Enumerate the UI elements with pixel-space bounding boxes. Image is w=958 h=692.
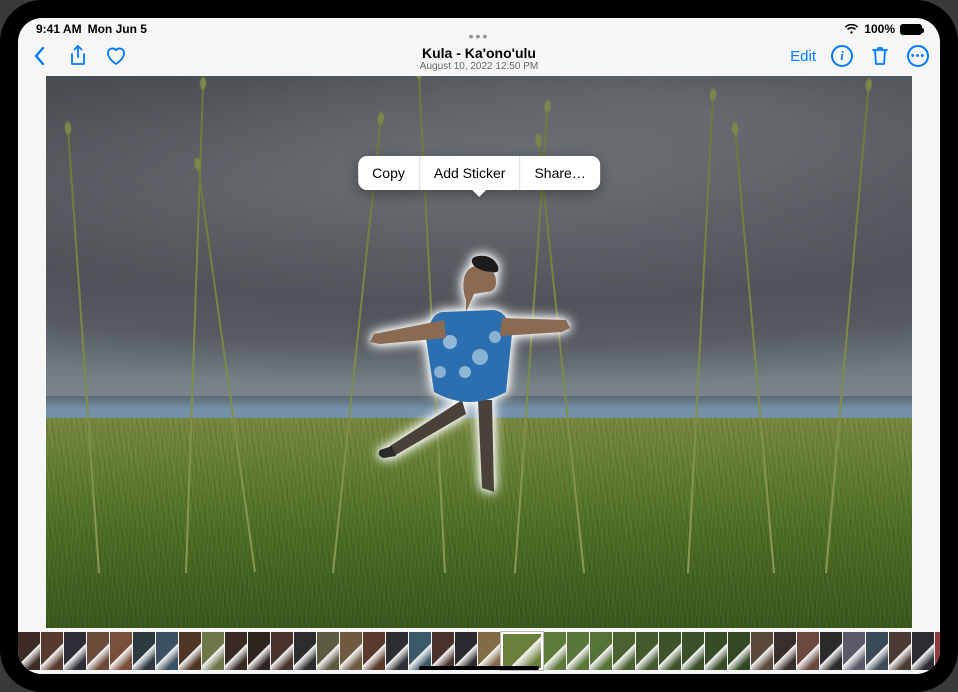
thumbnail[interactable] [820, 632, 842, 670]
thumbnail[interactable] [889, 632, 911, 670]
thumbnail[interactable] [797, 632, 819, 670]
photo-datetime-subtitle: August 10, 2022 12:50 PM [420, 61, 538, 72]
left-gutter [18, 76, 46, 624]
thumbnail[interactable] [636, 632, 658, 670]
trash-button[interactable] [868, 44, 892, 68]
more-button[interactable]: ••• [906, 44, 930, 68]
context-copy-button[interactable]: Copy [358, 156, 419, 190]
info-button[interactable]: i [830, 44, 854, 68]
thumbnail[interactable] [728, 632, 750, 670]
thumbnail[interactable] [544, 632, 566, 670]
thumbnail[interactable] [363, 632, 385, 670]
wifi-icon [844, 24, 859, 35]
edit-button[interactable]: Edit [790, 48, 816, 65]
thumbnail[interactable] [705, 632, 727, 670]
thumbnail[interactable] [386, 632, 408, 670]
thumbnail[interactable] [248, 632, 270, 670]
share-button[interactable] [66, 44, 90, 68]
thumbnail[interactable] [18, 632, 40, 670]
thumbnail[interactable] [156, 632, 178, 670]
thumbnail[interactable] [455, 632, 477, 670]
subject-context-menu: Copy Add Sticker Share… [358, 156, 600, 190]
ipad-device-frame: 9:41 AM Mon Jun 5 100% ••• [0, 0, 958, 692]
app-navbar: ••• Kula - Ka'ono'ulu August 10, 2022 12… [18, 40, 940, 76]
thumbnail[interactable] [774, 632, 796, 670]
thumbnail[interactable] [41, 632, 63, 670]
thumbnail[interactable] [912, 632, 934, 670]
thumbnail[interactable] [751, 632, 773, 670]
thumbnail-selected[interactable] [501, 632, 543, 670]
thumbnail[interactable] [340, 632, 362, 670]
thumbnail[interactable] [843, 632, 865, 670]
thumbnail[interactable] [271, 632, 293, 670]
thumbnail[interactable] [64, 632, 86, 670]
thumbnail[interactable] [202, 632, 224, 670]
status-date: Mon Jun 5 [88, 22, 147, 36]
battery-percent: 100% [864, 22, 895, 36]
thumbnail[interactable] [133, 632, 155, 670]
screen: 9:41 AM Mon Jun 5 100% ••• [18, 18, 940, 674]
battery-icon [900, 24, 922, 35]
multitask-handle-icon[interactable]: ••• [469, 28, 490, 44]
back-button[interactable] [28, 44, 52, 68]
thumbnail[interactable] [87, 632, 109, 670]
thumbnail[interactable] [225, 632, 247, 670]
thumbnail[interactable] [613, 632, 635, 670]
thumbnail[interactable] [567, 632, 589, 670]
photo-location-title: Kula - Ka'ono'ulu [422, 45, 536, 61]
thumbnail[interactable] [478, 632, 500, 670]
thumbnail[interactable] [590, 632, 612, 670]
thumbnail[interactable] [682, 632, 704, 670]
status-time: 9:41 AM [36, 22, 82, 36]
thumbnail[interactable] [317, 632, 339, 670]
thumbnail[interactable] [866, 632, 888, 670]
thumbnail[interactable] [110, 632, 132, 670]
photo-viewport[interactable]: Copy Add Sticker Share… [46, 76, 912, 628]
home-indicator[interactable] [419, 666, 539, 670]
lifted-subject[interactable] [370, 242, 570, 502]
context-add-sticker-button[interactable]: Add Sticker [419, 156, 520, 190]
favorite-button[interactable] [104, 44, 128, 68]
thumbnail[interactable] [409, 632, 431, 670]
right-gutter [912, 76, 940, 624]
thumbnail[interactable] [935, 632, 940, 670]
thumbnail[interactable] [179, 632, 201, 670]
thumbnail[interactable] [294, 632, 316, 670]
context-share-button[interactable]: Share… [519, 156, 599, 190]
thumbnail[interactable] [659, 632, 681, 670]
thumbnail[interactable] [432, 632, 454, 670]
